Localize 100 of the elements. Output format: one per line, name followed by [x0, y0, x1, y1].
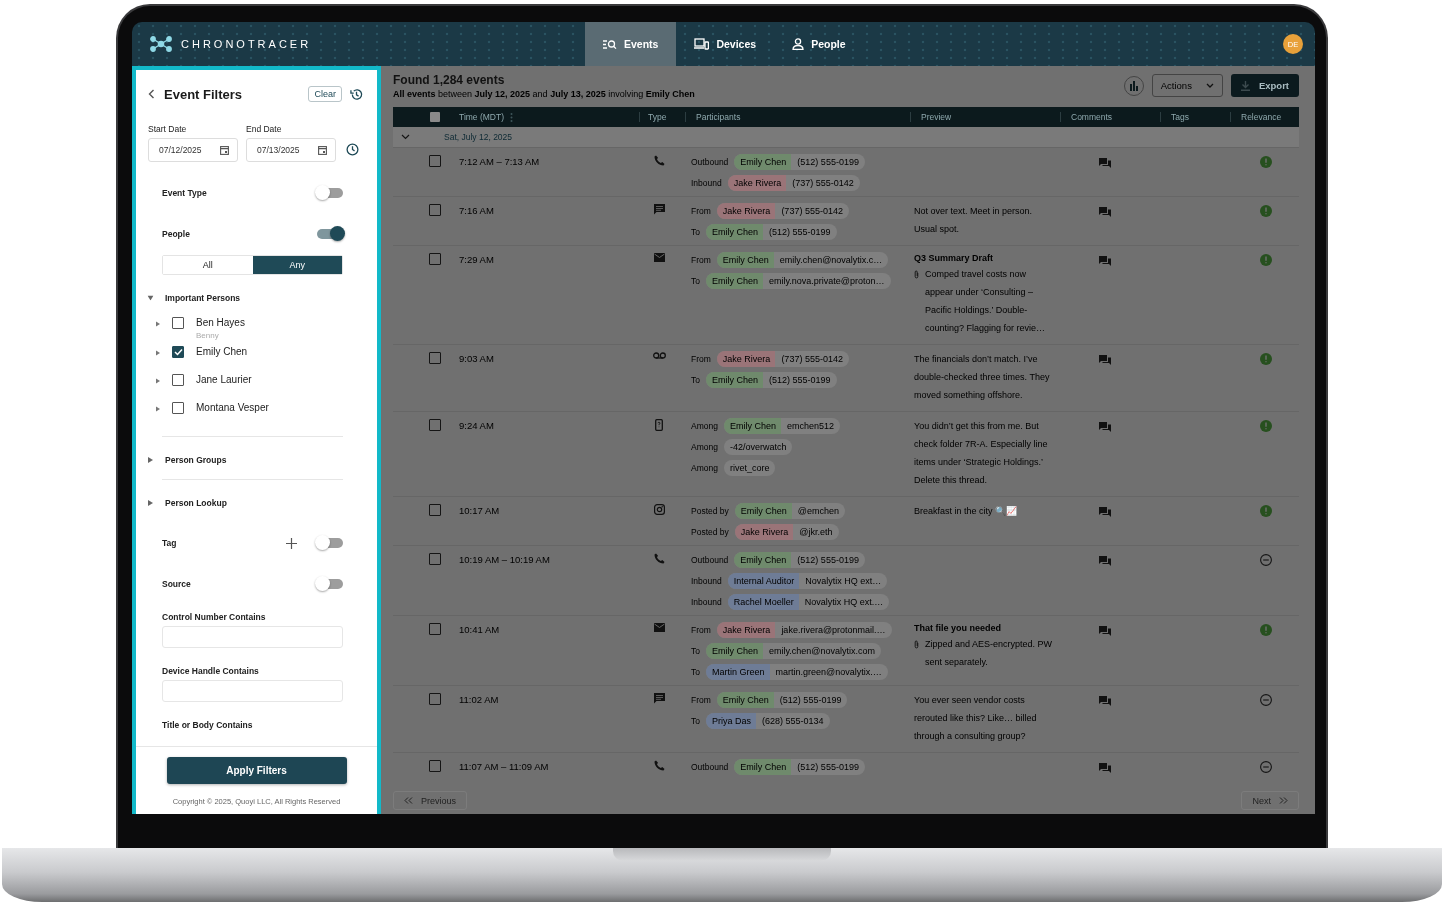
- participant-chip[interactable]: Internal Auditor Novalytix HQ ext…: [727, 572, 888, 589]
- toggle-switch[interactable]: [317, 188, 343, 198]
- clock-icon[interactable]: [346, 143, 359, 156]
- caret-icon[interactable]: [148, 500, 153, 506]
- comments-icon[interactable]: [1099, 256, 1111, 266]
- participant-chip[interactable]: Jake Rivera (737) 555-0142: [716, 350, 849, 367]
- toggle-switch[interactable]: [317, 229, 343, 239]
- row-checkbox[interactable]: [429, 253, 441, 265]
- next-button[interactable]: Next: [1241, 791, 1299, 810]
- comments-icon[interactable]: [1099, 507, 1111, 517]
- caret-icon[interactable]: [156, 350, 160, 356]
- column-header[interactable]: Preview: [921, 112, 952, 122]
- apply-filters-button[interactable]: Apply Filters: [166, 757, 347, 784]
- date-group-row[interactable]: Sat, July 12, 2025: [393, 127, 1299, 148]
- checkbox[interactable]: [172, 374, 184, 386]
- segment-option[interactable]: Any: [252, 256, 342, 274]
- row-checkbox[interactable]: [429, 760, 441, 772]
- person-name: Ben Hayes: [196, 317, 245, 328]
- row-checkbox[interactable]: [429, 693, 441, 705]
- nav-tab[interactable]: People: [774, 22, 864, 66]
- participant-chip[interactable]: Emily Chen (512) 555-0199: [706, 223, 837, 240]
- comments-icon[interactable]: [1099, 763, 1111, 773]
- contact-handle: (628) 555-0134: [761, 715, 825, 726]
- caret-icon[interactable]: [156, 321, 160, 327]
- toggle-switch[interactable]: [317, 579, 343, 589]
- minus-circle-icon[interactable]: [1260, 694, 1272, 706]
- participant-chip[interactable]: Emily Chen (512) 555-0199: [706, 371, 837, 388]
- checkbox[interactable]: [172, 402, 184, 414]
- text-field[interactable]: [162, 626, 343, 648]
- clear-button[interactable]: Clear: [308, 86, 342, 102]
- comments-icon[interactable]: [1099, 355, 1111, 365]
- previous-button[interactable]: Previous: [393, 791, 467, 810]
- checkbox[interactable]: [172, 317, 184, 329]
- comments-icon[interactable]: [1099, 207, 1111, 217]
- back-chevron-icon[interactable]: [148, 89, 155, 99]
- participant-chip[interactable]: Jake Rivera jake.rivera@protonmail.…: [716, 621, 892, 638]
- time-cell: 11:07 AM – 11:09 AM: [459, 761, 549, 772]
- comments-icon[interactable]: [1099, 696, 1111, 706]
- row-checkbox[interactable]: [429, 623, 441, 635]
- participant-chip[interactable]: Jake Rivera (737) 555-0142: [716, 202, 849, 219]
- person-name: Emily Chen: [716, 251, 774, 268]
- caret-icon[interactable]: [147, 295, 154, 301]
- participant-chip[interactable]: Emily Chen (512) 555-0199: [734, 153, 865, 170]
- comments-icon[interactable]: [1099, 626, 1111, 636]
- nav-tab[interactable]: Events: [585, 22, 677, 66]
- row-checkbox[interactable]: [429, 419, 441, 431]
- plus-icon[interactable]: [286, 537, 297, 549]
- participant-chip[interactable]: Emily Chen (512) 555-0199: [734, 551, 865, 568]
- comments-icon[interactable]: [1099, 556, 1111, 566]
- role-label: Outbound: [691, 554, 729, 565]
- row-checkbox[interactable]: [429, 504, 441, 516]
- row-checkbox[interactable]: [429, 204, 441, 216]
- group-label[interactable]: Important Persons: [165, 293, 241, 303]
- column-header[interactable]: Time (MDT): [459, 112, 504, 122]
- minus-circle-icon[interactable]: [1260, 554, 1272, 566]
- comments-icon[interactable]: [1099, 158, 1111, 168]
- participant-chip[interactable]: Emily Chen emchen512: [723, 417, 840, 434]
- minus-circle-icon[interactable]: [1260, 761, 1272, 773]
- comments-icon[interactable]: [1099, 422, 1111, 432]
- participant-chip[interactable]: Jake Rivera (737) 555-0142: [727, 174, 860, 191]
- row-checkbox[interactable]: [429, 553, 441, 565]
- caret-icon[interactable]: [156, 378, 160, 384]
- participant-chip[interactable]: Emily Chen @emchen: [734, 502, 845, 519]
- row-checkbox[interactable]: [429, 352, 441, 364]
- column-header[interactable]: Participants: [696, 112, 741, 122]
- person-alias: Benny: [196, 331, 220, 340]
- caret-icon[interactable]: [156, 406, 160, 412]
- participant-chip[interactable]: Emily Chen (512) 555-0199: [716, 691, 848, 708]
- participant-chip[interactable]: Priya Das (628) 555-0134: [706, 712, 830, 729]
- caret-icon[interactable]: [148, 457, 153, 463]
- preview-text: Not over text. Meet in person. Usual spot.: [914, 205, 1034, 236]
- checkbox[interactable]: [172, 346, 184, 358]
- group-label[interactable]: Person Lookup: [165, 498, 227, 508]
- group-label[interactable]: Person Groups: [165, 455, 227, 465]
- history-icon[interactable]: [350, 87, 363, 101]
- nav-tab[interactable]: Devices: [676, 22, 775, 66]
- participant-chip[interactable]: -42/overwatch: [723, 438, 793, 455]
- participant-chip[interactable]: Emily Chen emily.nova.private@proton…: [706, 272, 891, 289]
- select-all-checkbox[interactable]: [430, 112, 440, 122]
- column-header[interactable]: Comments: [1071, 112, 1113, 122]
- date-field[interactable]: 07/12/2025: [148, 138, 238, 162]
- toggle-switch[interactable]: [317, 538, 343, 548]
- participant-chip[interactable]: Jake Rivera @jkr.eth: [734, 523, 839, 540]
- export-button[interactable]: Export: [1230, 74, 1299, 97]
- participant-chip[interactable]: rivet_core: [723, 459, 776, 476]
- participant-chip[interactable]: Emily Chen emily.chen@novalytix.c…: [716, 251, 889, 268]
- actions-dropdown[interactable]: Actions: [1151, 74, 1223, 97]
- column-menu-icon[interactable]: [510, 112, 513, 122]
- preview-title: Q3 Summary Draft: [914, 252, 995, 265]
- row-checkbox[interactable]: [429, 155, 441, 167]
- column-header[interactable]: Tags: [1171, 112, 1189, 122]
- participant-chip[interactable]: Emily Chen (512) 555-0199: [734, 758, 865, 775]
- chevron-down-icon[interactable]: [401, 134, 410, 140]
- column-header[interactable]: Type: [648, 112, 667, 122]
- participant-chip[interactable]: Rachel Moeller Novalytix HQ ext.…: [727, 593, 890, 610]
- column-header[interactable]: Relevance: [1241, 112, 1282, 122]
- date-field[interactable]: 07/13/2025: [246, 138, 336, 162]
- text-field[interactable]: [162, 680, 343, 702]
- participant-chip[interactable]: Martin Green martin.green@novalytix.…: [706, 663, 888, 680]
- participant-chip[interactable]: Emily Chen emily.chen@novalytix.com: [706, 642, 881, 659]
